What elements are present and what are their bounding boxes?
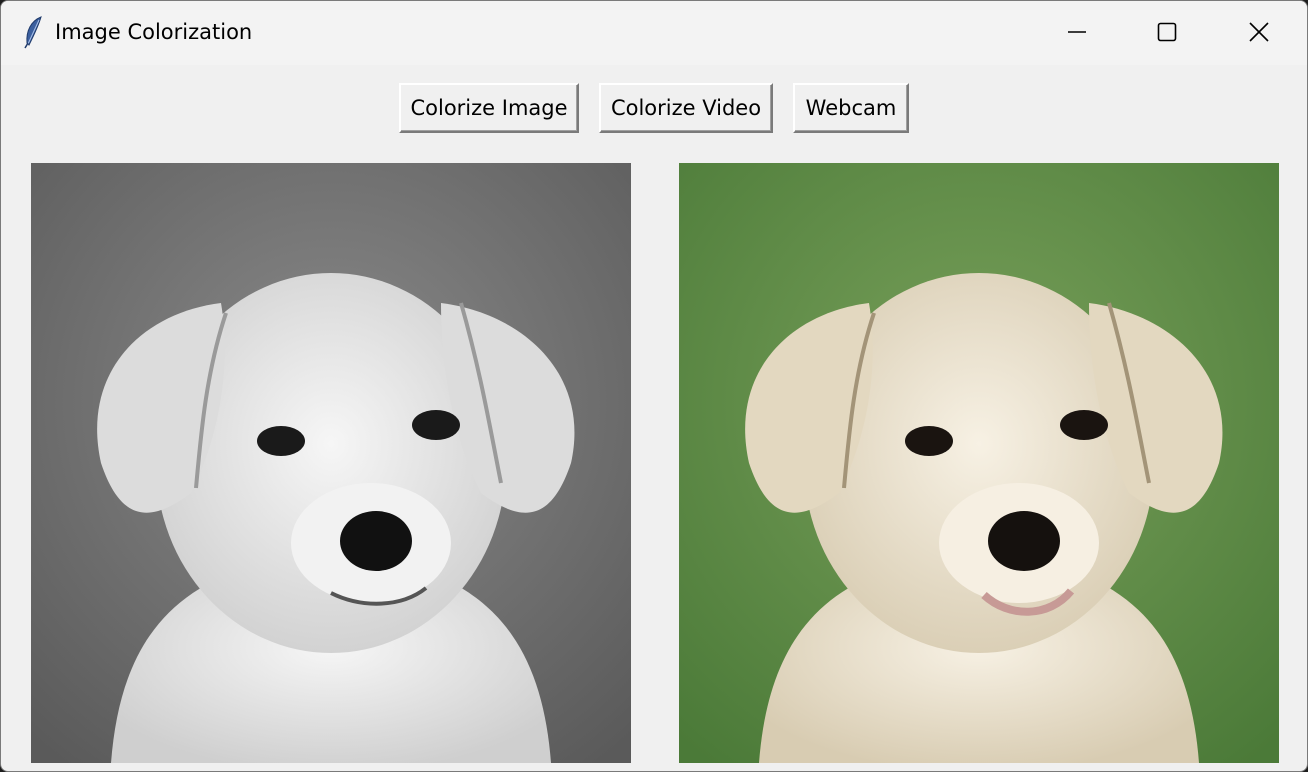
colorize-image-button[interactable]: Colorize Image [399, 83, 579, 133]
close-icon [1248, 21, 1270, 43]
grayscale-image-panel [31, 163, 631, 763]
webcam-button[interactable]: Webcam [793, 83, 909, 133]
minimize-icon [1067, 22, 1087, 42]
colorized-image-panel [679, 163, 1279, 763]
maximize-button[interactable] [1121, 1, 1213, 63]
close-button[interactable] [1213, 1, 1305, 63]
minimize-button[interactable] [1031, 1, 1123, 63]
window-title: Image Colorization [55, 20, 253, 44]
colorize-video-button[interactable]: Colorize Video [599, 83, 773, 133]
feather-icon [23, 15, 45, 49]
colorized-puppy-image [679, 163, 1279, 763]
app-window: Image Colorization Colorize Image Colori… [0, 0, 1308, 772]
maximize-icon [1157, 22, 1177, 42]
title-bar[interactable]: Image Colorization [1, 1, 1307, 65]
grayscale-puppy-image [31, 163, 631, 763]
